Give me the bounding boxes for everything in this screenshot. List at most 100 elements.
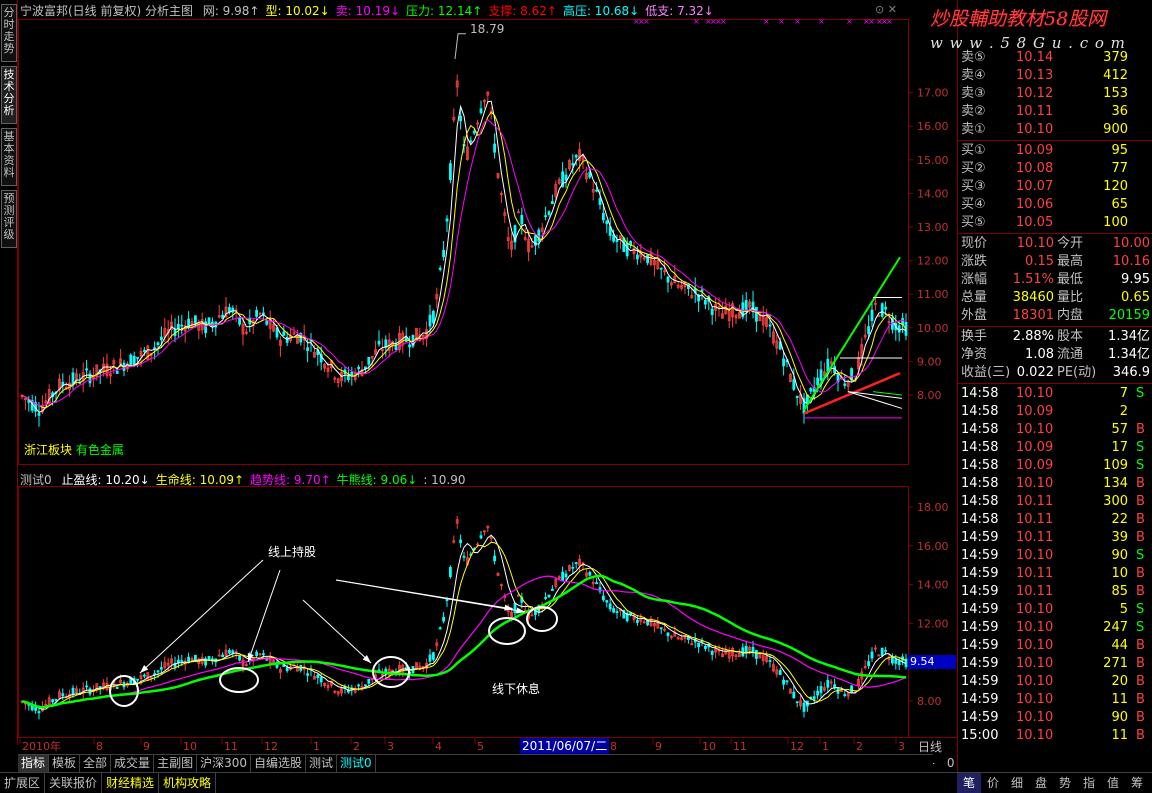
candle-body [867,661,870,667]
quote-view-tab[interactable]: 价 [981,773,1005,793]
candle-body [207,317,211,324]
candle-body [816,690,819,696]
tick-volume: 20 [1111,674,1128,689]
tick-side: B [1136,710,1145,725]
quote-view-tab[interactable]: 盘 [1029,773,1053,793]
sector-tags: 浙江板块 有色金属 [24,441,124,458]
candle-body [768,324,772,327]
quote-view-tab[interactable]: 细 [1005,773,1029,793]
tick-row: 14:58 10.11 300 B [958,493,1152,511]
status-tab[interactable]: 财经精选 [102,773,160,793]
candle-body [513,602,517,614]
stat-label: 涨跌 [961,254,988,269]
candle-body [897,325,901,333]
stat-label: 最高 [1057,254,1084,269]
candle-body [819,686,823,693]
signal-x-mark: × [643,17,650,26]
candle-body [319,677,323,683]
tick-price: 10.09 [1016,404,1054,419]
x-tick-label: 10 [702,740,716,753]
candle-body [129,354,133,367]
cursor-date: 2011/06/07/二 [520,738,610,754]
candle-body [54,698,58,701]
candle-body [595,189,598,192]
quote-view-tab[interactable]: 筹 [1125,773,1149,793]
signal-x-mark: × [763,17,770,26]
quote-view-tab[interactable]: 值 [1101,773,1125,793]
tick-volume: 11 [1111,692,1128,707]
chart-area[interactable]: 17.00 16.00 15.00 14.00 13.00 12.00 11.00 10.00… [18,0,957,754]
candle-body [782,679,785,685]
stock-title: 宁波富邦(日线 前复权) 分析主图 [20,4,193,18]
ask-row: 卖③ 10.12 153 [958,85,1152,103]
candle-body [448,567,452,578]
main-y-tick: 15.00 [917,154,949,167]
candle-body [37,711,41,714]
main-indicator-6: 低支: 7.32↓ [645,4,714,18]
indicator-name: 测试0 [20,473,52,487]
tick-time: 15:00 [961,728,999,743]
formula-tab[interactable]: 自编选股 [251,755,306,772]
formula-tab[interactable]: 模板 [49,755,81,772]
candle-body [608,603,612,610]
candle-body [227,307,231,313]
candle-body [782,358,785,367]
indicator-y-tick: 14.00 [917,579,949,592]
x-tick-label: 9 [143,740,150,753]
tick-volume: 85 [1111,584,1128,599]
tick-volume: 7 [1119,386,1128,401]
status-tab[interactable]: 机构攻略 [159,773,217,793]
tick-row: 14:59 10.10 5 S [958,601,1152,619]
tick-time: 14:59 [961,548,999,563]
candle-body [408,344,412,348]
formula-tab[interactable]: 测试 [306,755,338,772]
tick-price: 10.10 [1016,656,1054,671]
formula-tab[interactable]: 测试0 [337,755,376,772]
tick-volume: 109 [1103,458,1128,473]
status-tab[interactable]: 扩展区 [0,773,46,793]
tick-volume: 2 [1119,404,1128,419]
candle-body [445,598,449,602]
candle-body [207,656,211,661]
tab-forecast[interactable]: 预测评级 [1,190,17,248]
candle-body [588,572,592,576]
stat-value: 9.95 [1121,272,1150,287]
quote-view-tab[interactable]: 势 [1053,773,1077,793]
formula-tab[interactable]: 沪深300 [197,755,251,772]
candle-body [646,254,649,264]
zoom-reset-button[interactable]: 0 [944,756,958,770]
stat-row: 涨幅 1.51% 最低 9.95 [958,271,1152,289]
stat-label: 总量 [961,290,988,305]
indicator-value-1: 生命线: 10.09↑ [155,473,245,487]
tick-side: S [1136,386,1145,401]
quote-view-tab[interactable]: 笔 [957,773,981,793]
ask-volume: 412 [1103,68,1128,83]
candle-body [574,562,578,565]
period-label[interactable]: 日线 [918,738,942,755]
formula-tab[interactable]: 全部 [80,755,112,772]
ask-row: 卖④ 10.13 412 [958,67,1152,85]
candle-body [595,582,598,585]
main-indicator-0: 网: 9.98↑ [202,4,260,18]
formula-tab[interactable]: 成交量 [111,755,155,772]
ask-label: 卖③ [961,86,986,101]
candle-body [316,674,320,679]
formula-tab[interactable]: 主副图 [154,755,198,772]
candle-body [551,588,554,591]
annotation-hold: 线上持股 [268,545,317,559]
candle-body [115,686,119,689]
fund-label: 流通 [1057,347,1084,362]
status-tab[interactable]: 关联报价 [45,773,103,793]
tick-time: 14:58 [961,512,999,527]
candle-body [809,388,813,392]
chart-window-controls[interactable]: ⊙ ✕ [875,3,897,16]
quote-view-tab[interactable]: 指 [1077,773,1101,793]
tab-intraday[interactable]: 分时走势 [1,4,17,62]
tab-fundamentals[interactable]: 基本资料 [1,128,17,186]
candle-body [156,342,160,345]
stat-value: 38460 [1012,290,1054,305]
sector-label-2: 有色金属 [75,443,124,457]
formula-tab[interactable]: 指标 [18,755,50,772]
tab-technical[interactable]: 技术分析 [1,66,17,124]
candle-body [469,140,473,143]
